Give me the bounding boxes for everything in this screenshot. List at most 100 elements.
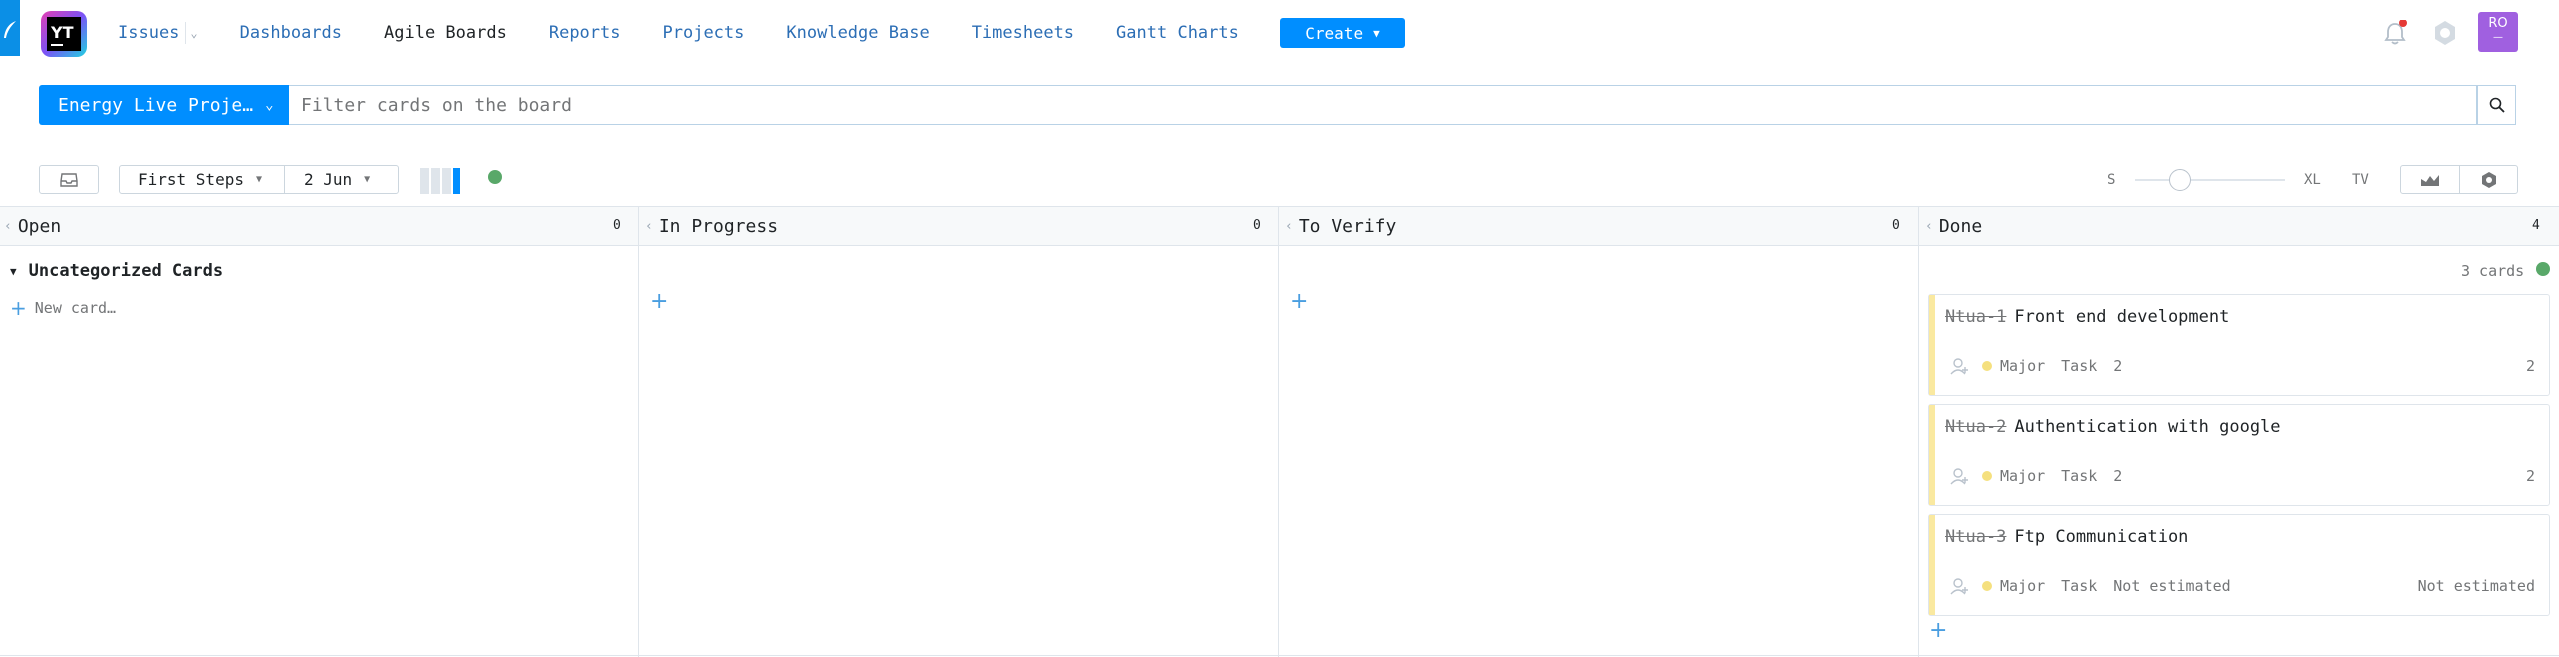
sprint-selector[interactable]: 2 Jun ▼ [284,165,399,194]
card-type[interactable]: Task [2061,357,2097,375]
search-input[interactable]: Filter cards on the board [289,85,2477,125]
sidebar-toggle[interactable] [0,0,20,56]
card-priority[interactable]: Major [2000,577,2045,595]
board-settings-button[interactable] [2459,165,2518,194]
card-summary[interactable]: Authentication with google [2014,417,2280,437]
card-type[interactable]: Task [2061,577,2097,595]
card-title-row: Ntua-1 Front end development [1945,307,2229,327]
inbox-icon [60,172,78,187]
chart-button[interactable] [2400,165,2460,194]
card-priority[interactable]: Major [2000,467,2045,485]
card-size-slider[interactable] [2135,179,2285,181]
priority-stripe [1929,295,1935,395]
card-spent-time: 2 [2525,357,2535,375]
priority-stripe [1929,405,1935,505]
card-id[interactable]: Ntua-1 [1945,307,2006,327]
assignee-icon[interactable] [1950,357,1970,375]
nav-knowledge-base[interactable]: Knowledge Base [786,23,929,43]
slider-handle[interactable] [2169,169,2191,191]
card-footer: Major Task 2 2 [1950,467,2539,485]
assignee-icon[interactable] [1950,577,1970,595]
add-card-plus-icon[interactable]: + [650,289,668,314]
feather-icon [4,21,16,38]
new-card-label: New card… [34,299,117,317]
card-title-row: Ntua-3 Ftp Communication [1945,527,2188,547]
logo-text: YT [50,23,74,42]
collapse-chevron-icon[interactable]: ‹ [4,219,12,234]
chevron-down-icon[interactable]: ⌄ [190,26,197,40]
card-footer: Major Task Not estimated Not estimated [1950,577,2539,595]
collapse-chevron-icon[interactable]: ‹ [1925,219,1933,234]
burndown-chart-icon [2421,174,2439,186]
card[interactable]: Ntua-2 Authentication with google Major T… [1928,404,2550,506]
nav-reports[interactable]: Reports [549,23,621,43]
card-spent-time: Not estimated [2417,577,2535,595]
column-count: 0 [1892,218,1900,233]
assignee-icon[interactable] [1950,467,1970,485]
avatar-sub: — [2493,32,2503,43]
column-count: 0 [613,218,621,233]
plus-icon: + [10,296,27,320]
swimlane-count: 3 cards [2461,262,2525,280]
nav-issues[interactable]: Issues [118,23,179,43]
board-selector[interactable]: First Steps ▼ [119,165,285,194]
column-name: In Progress [658,216,779,237]
card-estimate[interactable]: Not estimated [2113,577,2230,595]
create-button[interactable]: Create ▼ [1280,18,1405,48]
status-indicator [488,170,502,184]
card-title-row: Ntua-2 Authentication with google [1945,417,2281,437]
gear-icon[interactable] [2432,20,2458,46]
add-card-plus-icon[interactable]: + [1290,289,1308,314]
card-summary[interactable]: Front end development [2014,307,2229,327]
card-footer: Major Task 2 2 [1950,357,2539,375]
caret-down-icon: ▼ [1373,26,1380,40]
card-estimate[interactable]: 2 [2113,467,2122,485]
column-header-in-progress[interactable]: ‹ In Progress [639,207,778,246]
caret-down-icon: ▼ [364,174,371,185]
swimlane-status-dot [2536,262,2550,276]
column-header-open[interactable]: ‹ Open [0,207,61,246]
card-summary[interactable]: Ftp Communication [2014,527,2188,547]
create-label: Create [1305,23,1364,43]
nav-gantt-charts[interactable]: Gantt Charts [1116,23,1239,43]
card-estimate[interactable]: 2 [2113,357,2122,375]
nav-agile-boards[interactable]: Agile Boards [384,23,507,43]
card[interactable]: Ntua-3 Ftp Communication Major Task Not e… [1928,514,2550,616]
column-header-to-verify[interactable]: ‹ To Verify [1279,207,1396,246]
column-name: To Verify [1298,216,1397,237]
search-button[interactable] [2477,85,2516,125]
nav-timesheets[interactable]: Timesheets [972,23,1074,43]
nav-dashboards[interactable]: Dashboards [240,23,342,43]
tv-mode-button[interactable]: TV [2352,172,2369,188]
project-label: Energy Live Proje… [58,94,254,116]
collapse-chevron-icon[interactable]: ‹ [1285,219,1293,234]
card-id[interactable]: Ntua-2 [1945,417,2006,437]
collapse-triangle-icon[interactable]: ▼ [10,265,17,278]
card-id[interactable]: Ntua-3 [1945,527,2006,547]
board-bottom-border [0,655,2559,656]
project-selector[interactable]: Energy Live Proje… ⌄ [39,85,289,125]
card-type[interactable]: Task [2061,467,2097,485]
issues-menu: Issues ⌄ [118,22,198,44]
chevron-down-icon: ⌄ [265,97,274,113]
column-name: Done [1938,216,1983,237]
swimlane-header[interactable]: ▼ Uncategorized Cards [10,261,223,281]
collapse-chevron-icon[interactable]: ‹ [645,219,653,234]
backlog-button[interactable] [39,165,99,194]
card-priority[interactable]: Major [2000,357,2045,375]
column-header-done[interactable]: ‹ Done [1919,207,1982,246]
add-card-plus-icon[interactable]: + [1929,618,1947,643]
column-divider [1918,207,1919,657]
sprint-label: 2 Jun [304,170,353,189]
youtrack-logo[interactable]: YT [38,8,90,60]
card[interactable]: Ntua-1 Front end development Major Task 2… [1928,294,2550,396]
column-count: 0 [1253,218,1261,233]
bell-icon[interactable] [2382,20,2408,46]
new-card-button[interactable]: + New card… [10,296,116,320]
columns-view-icon[interactable] [420,168,460,194]
avatar-initials: RO [2488,16,2508,31]
avatar[interactable]: RO — [2478,12,2518,52]
size-small-label: S [2107,172,2116,188]
search-placeholder: Filter cards on the board [301,94,572,116]
nav-projects[interactable]: Projects [663,23,745,43]
